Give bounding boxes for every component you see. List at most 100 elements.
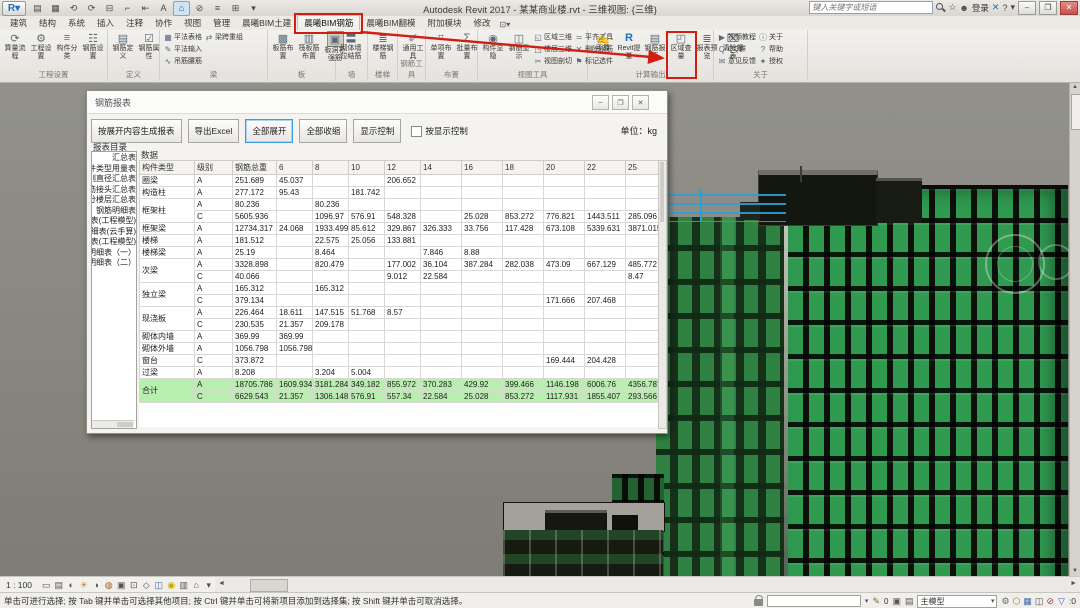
button-batch-layout[interactable]: Σ批量布置 [455, 31, 480, 61]
text-icon[interactable]: A [155, 1, 172, 16]
sun-path-icon[interactable]: ☀ [78, 580, 91, 591]
pencil-icon[interactable]: ✎ [872, 596, 880, 607]
table-row[interactable]: C40.0669.01222.5848.47 [140, 271, 667, 283]
design-option-dropdown[interactable]: 主模型 ▾ [917, 595, 997, 608]
viewport-vertical-scrollbar[interactable]: ▲ ▼ [1069, 82, 1080, 576]
view-scale-icon[interactable]: ▭ [40, 580, 53, 591]
person-icon[interactable]: ☻ [959, 3, 968, 13]
redo-icon[interactable]: ⟳ [83, 1, 100, 16]
button-view-section[interactable]: ✂视图剖切 [533, 55, 572, 67]
ribbon-tab-addins[interactable]: 附加模块 [422, 16, 468, 30]
table-scroll-thumb[interactable] [660, 162, 664, 222]
tree-horizontal-scrollbar[interactable] [92, 420, 134, 428]
print-icon[interactable]: ⊟ [101, 1, 118, 16]
table-vertical-scrollbar[interactable] [658, 160, 667, 429]
thin-lines-icon[interactable]: ≡ [209, 1, 226, 16]
table-row[interactable]: 框架柱A80.23680.236 [140, 199, 667, 211]
tree-item-8[interactable]: 构件明细表(工程模型) [92, 236, 136, 247]
tree-item-4[interactable]: 分楼层汇总表 [92, 194, 136, 205]
minimize-button[interactable]: – [1018, 1, 1036, 15]
button-feedback[interactable]: ✉意见反馈 [717, 55, 756, 67]
restore-button[interactable]: ❐ [1039, 1, 1057, 15]
temporary-view-icon[interactable]: ⌂ [190, 580, 203, 590]
button-qq-group[interactable]: QQQ群 [717, 43, 756, 55]
select-links-icon[interactable]: ▦ [1023, 596, 1032, 607]
ribbon-tab-collaborate[interactable]: 协作 [149, 16, 178, 30]
tree-item-7[interactable]: 钢筋明细表(云手算) [92, 226, 136, 237]
customize-icon[interactable]: ▾ [245, 1, 262, 16]
ribbon-tab-structure[interactable]: 结构 [33, 16, 62, 30]
dialog-maximize-button[interactable]: ❐ [612, 95, 629, 110]
search-icon[interactable] [936, 3, 945, 12]
unlock-view-icon[interactable]: ◇ [140, 580, 153, 591]
scroll-left-icon[interactable]: ◄ [218, 580, 225, 587]
workset-lock-icon[interactable] [754, 599, 763, 606]
tree-scroll-thumb[interactable] [117, 422, 133, 427]
dialog-button-display-control[interactable]: 显示控制 [353, 119, 401, 143]
more-icon[interactable]: ▾ [203, 580, 216, 591]
ribbon-tab-architecture[interactable]: 建筑 [4, 16, 33, 30]
button-masonry-tie[interactable]: 〓砌体墙拉结筋 [339, 31, 364, 61]
3d-view-icon[interactable]: ⌂ [173, 1, 190, 16]
button-pingfa-table[interactable]: ▦平法表格 [163, 31, 202, 43]
horizontal-scroll-thumb[interactable] [250, 579, 288, 592]
tree-item-1[interactable]: 钢筋构件类型用量表 [92, 163, 136, 174]
dialog-button-generate-report-by-expanded[interactable]: 按展开内容生成报表 [91, 119, 182, 143]
vertical-scroll-thumb[interactable] [1071, 94, 1080, 130]
button-pingfa-input[interactable]: ✎平法输入 [163, 43, 202, 55]
measure-icon[interactable]: ⌐ [119, 1, 136, 16]
button-project-setup[interactable]: ⚙工程设置 [29, 31, 54, 61]
button-general-tools[interactable]: ✐通用工具 [401, 31, 426, 61]
button-component-class[interactable]: ≡构件分类 [55, 31, 80, 61]
tree-item-2[interactable]: 钢筋级别直径汇总表 [92, 173, 136, 184]
table-row[interactable]: 次梁A3328.898820.479177.00236.104387.28428… [140, 259, 667, 271]
button-component-visibility[interactable]: ◉构件显隐 [481, 31, 506, 61]
visual-style-icon[interactable]: ◐ [65, 580, 78, 590]
select-pinned-icon[interactable]: ⊘ [1046, 596, 1054, 607]
dialog-button-expand-all[interactable]: 全部展开 [245, 119, 293, 143]
ribbon-tab-chenxi-bim-model[interactable]: 晨曦BIM翻模 [360, 16, 421, 30]
tree-item-3[interactable]: 钢筋接头汇总表 [92, 184, 136, 195]
table-row[interactable]: C6629.54321.3571306.148576.91557.3422.58… [140, 391, 667, 403]
table-row[interactable]: 独立梁A165.312165.312 [140, 283, 667, 295]
undo-icon[interactable]: ⟲ [65, 1, 82, 16]
button-span-regroup[interactable]: ⇄梁跨重组 [204, 31, 243, 43]
section-icon[interactable]: ⊘ [191, 1, 208, 16]
switch-windows-icon[interactable]: ⊞ [227, 1, 244, 16]
temporary-hide-icon[interactable]: ◫ [153, 580, 166, 591]
save-icon[interactable]: ▦ [47, 1, 64, 16]
crop-view-icon[interactable]: ▣ [115, 580, 128, 591]
main-model-icon[interactable]: ▤ [905, 596, 914, 607]
table-row[interactable]: 现浇板A226.46418.611147.51551.7688.57 [140, 307, 667, 319]
dialog-button-collapse-all[interactable]: 全部收缩 [299, 119, 347, 143]
button-rebar-props[interactable]: ☑钢筋属性 [137, 31, 162, 61]
scroll-right-icon[interactable]: ► [1070, 580, 1077, 587]
shadows-icon[interactable]: ◑ [90, 580, 103, 590]
button-hand-calc[interactable]: ✍手算 [591, 31, 616, 53]
scroll-up-icon[interactable]: ▲ [1070, 82, 1080, 92]
table-row[interactable]: 圈梁A251.68945.037206.652 [140, 175, 667, 187]
table-row[interactable]: 窗台C373.872169.444204.428 [140, 355, 667, 367]
button-rebar-display[interactable]: ◫钢筋显示 [507, 31, 532, 61]
search-input[interactable] [809, 1, 933, 14]
table-row[interactable]: 框架梁A12734.31724.0681933.49985.612329.867… [140, 223, 667, 235]
button-revit-takeoff[interactable]: RRevit提量 [617, 31, 642, 61]
dialog-title-bar[interactable]: 钢筋报表 – ❐ ✕ [87, 91, 667, 114]
button-calc-flow[interactable]: ⟳算量流程 [3, 31, 28, 61]
button-region-query[interactable]: ◰区域查量 [669, 31, 694, 61]
button-hanger-bars[interactable]: ∿吊筋腰筋 [163, 55, 202, 67]
ribbon-tab-systems[interactable]: 系统 [62, 16, 91, 30]
table-row[interactable]: 楼梯梁A25.198.4647.8468.88 [140, 247, 667, 259]
scroll-down-icon[interactable]: ▼ [1070, 566, 1080, 576]
table-row[interactable]: 楼梯A181.51222.57525.056133.881 [140, 235, 667, 247]
button-stair-rebar[interactable]: ≣楼梯钢筋 [371, 31, 396, 61]
button-slab-rebar[interactable]: ▩板筋布置 [271, 31, 296, 61]
button-help[interactable]: ?帮助 [758, 43, 783, 55]
tab-options-icon[interactable]: ⊡▾ [497, 19, 514, 30]
worksharing-display-icon[interactable]: ▥ [178, 580, 191, 591]
filter-icon[interactable]: ▽ [1058, 596, 1065, 607]
design-options-icon[interactable]: ▣ [892, 596, 901, 607]
close-button[interactable]: ✕ [1060, 1, 1078, 15]
ribbon-tab-manage[interactable]: 管理 [207, 16, 236, 30]
viewport-horizontal-scrollbar[interactable]: ◄ ► [215, 576, 1080, 593]
